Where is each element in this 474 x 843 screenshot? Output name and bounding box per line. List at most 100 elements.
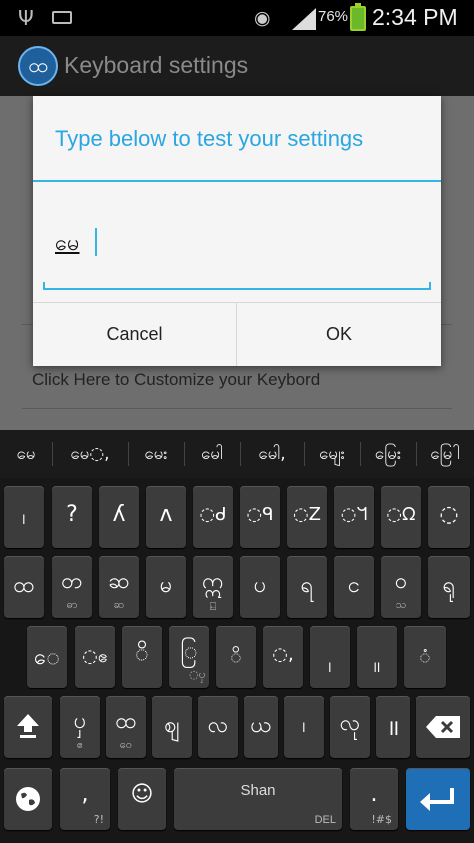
key[interactable]: ဝသ: [381, 556, 421, 618]
test-input-field[interactable]: မေ: [43, 218, 431, 290]
key-label: ၦ: [73, 709, 87, 734]
key[interactable]: ◌ᑯ: [193, 486, 233, 548]
key[interactable]: ထဝေ: [106, 696, 146, 758]
key-label: ထ: [115, 709, 137, 734]
key-label: ြ: [180, 639, 198, 664]
period-key[interactable]: . !#$: [350, 768, 398, 830]
suggestion-item[interactable]: မေး: [128, 430, 184, 478]
key-label: ေ: [33, 645, 61, 670]
key[interactable]: ◌Z: [287, 486, 327, 548]
shift-key[interactable]: [4, 696, 52, 758]
suggestion-strip: မေ မေ◌, မေး မေါ မေါ, မျေး မြေး မြေါ: [0, 430, 474, 478]
key[interactable]: တဓာ: [52, 556, 92, 618]
input-value: မေ: [55, 231, 80, 256]
key-label: ॥: [386, 716, 400, 741]
suggestion-item[interactable]: မေ: [0, 430, 52, 478]
divider: [22, 408, 452, 409]
suggestion-item[interactable]: မြေါ: [416, 430, 474, 478]
key-hint: ?!: [93, 813, 104, 826]
customize-link[interactable]: Click Here to Customize your Keybord: [32, 370, 320, 390]
eye-icon: ◉: [254, 7, 271, 29]
key-label: ဝ: [394, 569, 408, 594]
key[interactable]: ၊: [310, 626, 350, 688]
key-label: ◌ံ: [419, 646, 431, 667]
suggestion-item[interactable]: မေါ: [184, 430, 240, 478]
suggestion-item[interactable]: မေ◌,: [52, 430, 128, 478]
status-bar: Ψ ◉ 76% 2:34 PM: [0, 0, 474, 36]
key-label: ◌ᘯ: [386, 504, 416, 525]
key[interactable]: ရ: [287, 556, 327, 618]
key[interactable]: င: [334, 556, 374, 618]
key-hint: DEL: [314, 814, 336, 826]
key[interactable]: ॥: [376, 696, 410, 758]
key-label: ၊: [22, 505, 26, 530]
key[interactable]: လု: [330, 696, 370, 758]
dialog-title: Type below to test your settings: [55, 126, 364, 151]
key[interactable]: ၊: [4, 486, 44, 548]
key-label: ပ: [253, 573, 267, 598]
key-label: တ: [61, 569, 83, 594]
key[interactable]: လ: [198, 696, 238, 758]
shift-icon: [17, 714, 39, 738]
key-label: ʎ: [112, 502, 126, 527]
key-label: ဣ: [202, 569, 224, 594]
key[interactable]: ထ: [4, 556, 44, 618]
key[interactable]: ြ ◌ၦ: [169, 626, 209, 688]
key[interactable]: ိ: [122, 626, 162, 688]
keyboard-icon: [52, 11, 72, 24]
usb-icon: Ψ: [18, 6, 34, 30]
suggestion-item[interactable]: မျေး: [304, 430, 360, 478]
key[interactable]: ေ: [27, 626, 67, 688]
key[interactable]: ဣ ⍇: [193, 556, 233, 618]
comma-key[interactable]: ,?!: [60, 768, 110, 830]
battery-charging-icon: [350, 3, 366, 31]
app-bar: ထ Keyboard settings: [0, 36, 474, 96]
key[interactable]: ◌ᖻ: [334, 486, 374, 548]
key-label: .: [370, 782, 378, 807]
key-label: ◌,: [272, 644, 294, 665]
suggestion-item[interactable]: မြေး: [360, 430, 416, 478]
backspace-icon: [426, 716, 460, 738]
key[interactable]: ʌ: [146, 486, 186, 548]
key[interactable]: ◌ᘯ: [381, 486, 421, 548]
key[interactable]: ။: [357, 626, 397, 688]
dialog-title-divider: [33, 180, 441, 182]
key-label: ရု: [442, 573, 456, 598]
space-key[interactable]: Shan DEL: [174, 768, 342, 830]
key-label: ?: [66, 502, 78, 527]
key[interactable]: ◌: [428, 486, 470, 548]
key[interactable]: ၊: [284, 696, 324, 758]
enter-key[interactable]: [406, 768, 470, 830]
smiley-icon: ☺: [130, 782, 154, 807]
key-hint: ဝေ: [119, 738, 133, 751]
key[interactable]: ʎ: [99, 486, 139, 548]
key[interactable]: ◌ᑫ: [240, 486, 280, 548]
key-label: ဆ: [108, 569, 130, 594]
key-label: ◌Z: [292, 504, 322, 525]
key-hint: !#$: [371, 813, 392, 826]
key[interactable]: မ: [146, 556, 186, 618]
key[interactable]: ပ: [240, 556, 280, 618]
key[interactable]: ◌,: [263, 626, 303, 688]
key-hint: ဆ: [113, 598, 125, 611]
key-label: ိ: [135, 641, 149, 666]
key[interactable]: ယ: [244, 696, 278, 758]
input-underline: [43, 282, 431, 290]
key[interactable]: ?: [52, 486, 92, 548]
key-label: မ: [159, 573, 173, 598]
language-key[interactable]: [4, 768, 52, 830]
key-label: င: [347, 573, 361, 598]
emoji-key[interactable]: ☺: [118, 768, 166, 830]
key[interactable]: ၦဧ: [60, 696, 100, 758]
suggestion-item[interactable]: မေါ,: [240, 430, 304, 478]
cancel-button[interactable]: Cancel: [33, 303, 237, 366]
soft-keyboard: ၊ ? ʎ ʌ ◌ᑯ ◌ᑫ ◌Z ◌ᖻ ◌ᘯ ◌ ထ တဓာ ဆဆ မ ဣ ⍇ ပ…: [0, 478, 474, 843]
ok-button[interactable]: OK: [237, 303, 441, 366]
key[interactable]: ◌ံ: [404, 626, 446, 688]
key[interactable]: ရု: [428, 556, 470, 618]
key[interactable]: ◌ဧ: [75, 626, 115, 688]
key[interactable]: ဆဆ: [99, 556, 139, 618]
backspace-key[interactable]: [416, 696, 470, 758]
key[interactable]: ◌ိ: [216, 626, 256, 688]
key[interactable]: ဈ: [152, 696, 192, 758]
